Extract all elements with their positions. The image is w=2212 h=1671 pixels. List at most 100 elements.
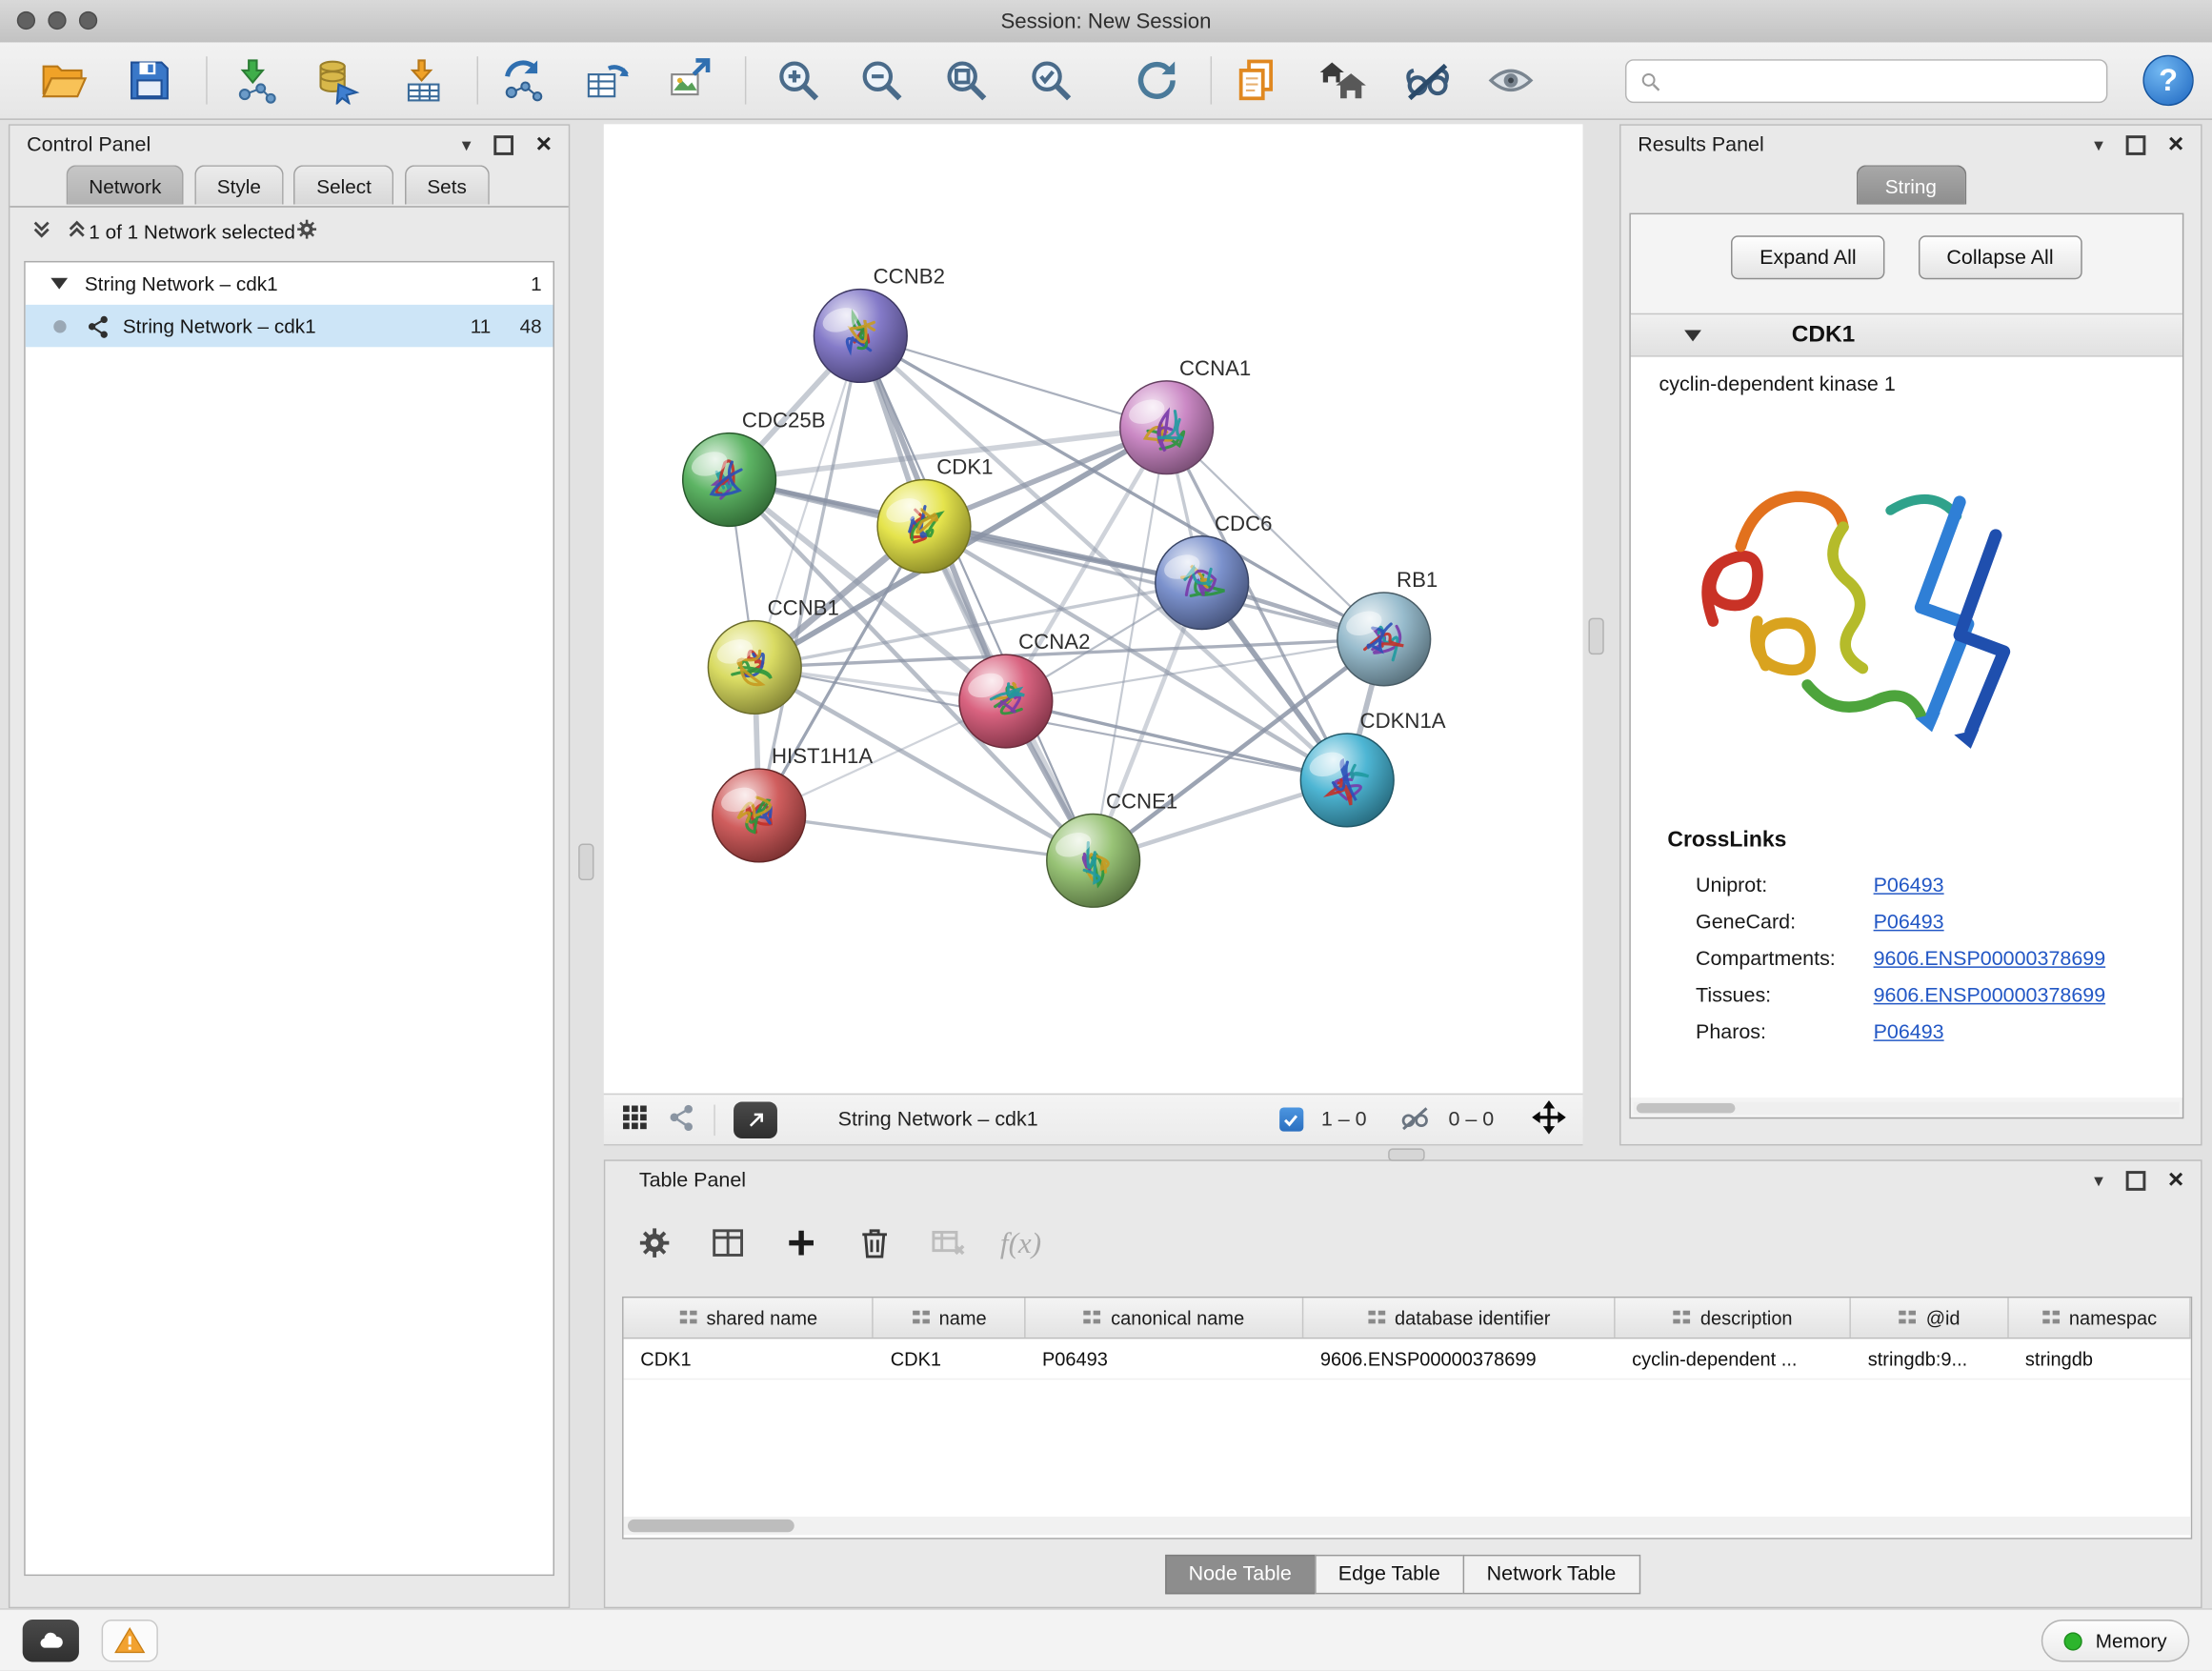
section-disclosure-triangle-icon[interactable] <box>1684 330 1701 341</box>
network-node-CCNE1[interactable] <box>1047 814 1140 907</box>
table-cell[interactable]: P06493 <box>1025 1339 1303 1378</box>
network-node-CDK1[interactable] <box>877 479 971 573</box>
results-scrollbar[interactable] <box>1634 1102 2180 1115</box>
protein-section-header[interactable]: CDK1 <box>1631 313 2182 357</box>
zoom-fit-button[interactable] <box>933 50 1000 111</box>
panel-float-icon[interactable] <box>2125 1170 2145 1190</box>
export-network-button[interactable] <box>490 50 557 111</box>
table-cell[interactable]: stringdb <box>2008 1339 2191 1378</box>
table-settings-gear-icon[interactable] <box>633 1221 675 1263</box>
zoom-selected-button[interactable] <box>1017 50 1085 111</box>
zoom-window-button[interactable] <box>79 11 97 30</box>
tab-node-table[interactable]: Node Table <box>1164 1555 1316 1594</box>
collapse-all-icon[interactable] <box>30 217 53 246</box>
delete-table-icon[interactable] <box>927 1221 969 1263</box>
expand-all-button[interactable]: Expand All <box>1732 235 1885 279</box>
export-image-button[interactable] <box>656 50 724 111</box>
panel-close-icon[interactable]: × <box>2168 133 2183 156</box>
open-session-button[interactable] <box>30 50 97 111</box>
import-table-file-button[interactable] <box>391 50 458 111</box>
network-node-CCNA1[interactable] <box>1120 381 1214 474</box>
network-node-HIST1H1A[interactable] <box>713 769 806 862</box>
import-network-file-button[interactable] <box>223 50 291 111</box>
horizontal-splitter-handle[interactable] <box>1388 1148 1425 1160</box>
crosslink-link[interactable]: P06493 <box>1874 912 1944 935</box>
column-header-canonical-name[interactable]: canonical name <box>1025 1298 1303 1337</box>
network-thumbnail-icon[interactable] <box>667 1102 695 1137</box>
import-network-database-button[interactable] <box>305 50 372 111</box>
save-session-button[interactable] <box>115 50 183 111</box>
hidden-items-icon[interactable] <box>1399 1101 1431 1138</box>
table-cell[interactable]: cyclin-dependent ... <box>1615 1339 1851 1378</box>
show-columns-icon[interactable] <box>707 1221 749 1263</box>
table-hscrollbar[interactable] <box>624 1517 2191 1535</box>
duplicate-network-button[interactable] <box>1223 50 1291 111</box>
panel-float-icon[interactable] <box>493 134 513 154</box>
tab-string[interactable]: String <box>1856 165 1966 204</box>
crosslink-link[interactable]: P06493 <box>1874 875 1944 897</box>
collapse-all-button[interactable]: Collapse All <box>1919 235 2081 279</box>
network-edge[interactable] <box>759 815 1094 860</box>
right-splitter-handle[interactable] <box>1588 618 1603 655</box>
help-button[interactable]: ? <box>2142 55 2193 106</box>
table-cell[interactable]: CDK1 <box>874 1339 1025 1378</box>
function-builder-button[interactable]: f(x) <box>1000 1225 1041 1260</box>
network-row[interactable]: String Network – cdk1 11 48 <box>26 305 553 347</box>
crosslink-link[interactable]: 9606.ENSP00000378699 <box>1874 985 2106 1008</box>
refresh-layout-button[interactable] <box>1123 50 1191 111</box>
show-all-button[interactable] <box>1477 50 1544 111</box>
panel-menu-icon[interactable]: ▾ <box>462 133 472 156</box>
tab-sets[interactable]: Sets <box>405 165 490 204</box>
open-in-new-window-button[interactable] <box>734 1101 777 1138</box>
network-node-CDC6[interactable] <box>1156 536 1249 630</box>
tab-network[interactable]: Network <box>67 165 184 204</box>
network-options-gear-icon[interactable] <box>295 217 319 246</box>
left-splitter-handle[interactable] <box>578 844 593 881</box>
network-edge[interactable] <box>860 335 1093 860</box>
panel-menu-icon[interactable]: ▾ <box>2094 1169 2103 1192</box>
panel-menu-icon[interactable]: ▾ <box>2094 133 2103 156</box>
hide-selected-button[interactable] <box>1394 50 1461 111</box>
network-node-RB1[interactable] <box>1337 593 1431 686</box>
crosslink-link[interactable]: 9606.ENSP00000378699 <box>1874 948 2106 971</box>
close-window-button[interactable] <box>17 11 35 30</box>
network-node-CCNA2[interactable] <box>959 654 1053 748</box>
column-header-namespac[interactable]: namespac <box>2008 1298 2191 1337</box>
network-collection-row[interactable]: String Network – cdk1 1 <box>26 262 553 304</box>
panel-close-icon[interactable]: × <box>536 133 552 156</box>
disclosure-triangle-icon[interactable] <box>50 278 68 290</box>
crosslink-link[interactable]: P06493 <box>1874 1021 1944 1044</box>
memory-button[interactable]: Memory <box>2041 1620 2189 1661</box>
warnings-button[interactable] <box>102 1620 158 1661</box>
panel-close-icon[interactable]: × <box>2168 1169 2183 1192</box>
delete-column-icon[interactable] <box>854 1221 895 1263</box>
table-cell[interactable]: 9606.ENSP00000378699 <box>1303 1339 1615 1378</box>
column-header-database-identifier[interactable]: database identifier <box>1303 1298 1615 1337</box>
column-header-description[interactable]: description <box>1615 1298 1851 1337</box>
column-header-shared-name[interactable]: shared name <box>624 1298 874 1337</box>
minimize-window-button[interactable] <box>48 11 66 30</box>
network-canvas[interactable]: CCNB2CCNA1CDC25BCDK1CDC6RB1CCNB1CCNA2CDK… <box>604 124 1583 1093</box>
selected-nodes-checkbox[interactable] <box>1278 1107 1302 1131</box>
expand-all-icon[interactable] <box>65 217 89 246</box>
table-row[interactable]: CDK1CDK1P064939606.ENSP00000378699cyclin… <box>624 1339 2191 1379</box>
table-cell[interactable]: CDK1 <box>624 1339 874 1378</box>
column-header-name[interactable]: name <box>874 1298 1025 1337</box>
zoom-in-button[interactable] <box>765 50 833 111</box>
tab-network-table[interactable]: Network Table <box>1463 1555 1640 1594</box>
table-cell[interactable]: stringdb:9... <box>1851 1339 2008 1378</box>
tab-select[interactable]: Select <box>294 165 394 204</box>
network-node-CCNB1[interactable] <box>708 621 801 715</box>
network-edge[interactable] <box>860 335 1166 427</box>
network-node-CDKN1A[interactable] <box>1300 734 1394 827</box>
add-column-icon[interactable] <box>780 1221 822 1263</box>
tab-edge-table[interactable]: Edge Table <box>1315 1555 1464 1594</box>
panel-float-icon[interactable] <box>2125 134 2145 154</box>
network-node-CCNB2[interactable] <box>814 290 907 383</box>
export-table-button[interactable] <box>573 50 640 111</box>
tab-style[interactable]: Style <box>194 165 283 204</box>
network-node-CDC25B[interactable] <box>683 433 776 527</box>
grid-view-icon[interactable] <box>621 1102 650 1137</box>
column-header--id[interactable]: @id <box>1851 1298 2008 1337</box>
pan-move-icon[interactable] <box>1532 1099 1566 1138</box>
